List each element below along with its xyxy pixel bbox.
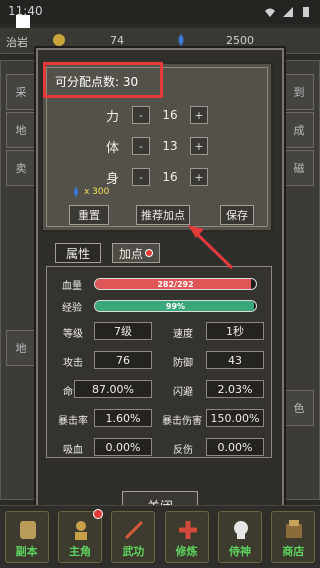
nav-label: 商店 bbox=[282, 545, 305, 558]
hp-bar-text: 282/292 bbox=[157, 280, 194, 289]
speed-label: 速度 bbox=[173, 329, 193, 340]
defense-label: 防御 bbox=[173, 358, 193, 369]
constitution-plus-button[interactable]: + bbox=[190, 137, 208, 155]
signal-icon bbox=[283, 7, 293, 17]
defense-value: 43 bbox=[206, 351, 264, 369]
nav-servant[interactable]: 侍神 bbox=[217, 511, 262, 563]
lifesteal-value: 0.00% bbox=[94, 438, 152, 456]
attack-label: 攻击 bbox=[63, 358, 83, 369]
bg-side-right-3: 磁 bbox=[284, 150, 314, 186]
lifesteal-label: 吸血 bbox=[63, 445, 83, 456]
hero-icon bbox=[74, 521, 87, 540]
nav-hero[interactable]: 主角 bbox=[57, 509, 103, 563]
battery-icon bbox=[303, 7, 309, 17]
nav-dungeon[interactable]: 副本 bbox=[4, 511, 49, 563]
dodge-value: 2.03% bbox=[206, 380, 264, 398]
nav-label: 副本 bbox=[15, 545, 38, 558]
reflect-value: 0.00% bbox=[206, 438, 264, 456]
wifi-icon bbox=[265, 8, 275, 17]
crit-damage-label: 暴击伤害 bbox=[162, 416, 202, 427]
bg-side-left-4: 地 bbox=[6, 330, 36, 366]
cross-icon bbox=[178, 521, 197, 539]
nav-cultivate[interactable]: 修炼 bbox=[164, 511, 209, 563]
hp-bar: 282/292 bbox=[94, 278, 257, 290]
level-label: 等级 bbox=[63, 329, 83, 340]
shop-icon bbox=[286, 520, 303, 538]
coin-value: 74 bbox=[110, 34, 124, 47]
tab-points[interactable]: 加点 bbox=[112, 243, 160, 263]
stat-row-constitution: 体 - 13 + bbox=[106, 136, 208, 156]
nav-martial-arts[interactable]: 武功 bbox=[111, 511, 156, 563]
recommend-button[interactable]: 推荐加点 bbox=[136, 205, 190, 225]
agility-value: 16 bbox=[162, 170, 178, 184]
gem-value: 2500 bbox=[226, 34, 254, 47]
save-button[interactable]: 保存 bbox=[220, 205, 254, 225]
resource-left-label: 治岩 bbox=[6, 36, 28, 49]
bg-side-right-4: 色 bbox=[284, 390, 314, 426]
annotation-highlight-box bbox=[43, 62, 163, 98]
reset-button[interactable]: 重置 bbox=[69, 205, 109, 225]
attack-value: 76 bbox=[94, 351, 152, 369]
bg-side-left-1: 采 bbox=[6, 74, 36, 110]
status-bar: 11:40 bbox=[0, 0, 320, 24]
exp-bar: 99% bbox=[94, 300, 257, 312]
bottom-nav: 副本 主角 武功 修炼 侍神 商店 bbox=[0, 505, 320, 568]
notification-dot bbox=[145, 249, 153, 257]
exp-row: 经验 99% bbox=[62, 299, 257, 314]
sword-icon bbox=[125, 520, 144, 540]
strength-plus-button[interactable]: + bbox=[190, 106, 208, 124]
exp-bar-text: 99% bbox=[165, 302, 186, 311]
skull-icon bbox=[233, 521, 248, 539]
hp-row: 血量 282/292 bbox=[62, 277, 257, 292]
notification-dot bbox=[92, 509, 103, 519]
stat-row-strength: 力 - 16 + bbox=[106, 105, 208, 125]
nav-label: 侍神 bbox=[228, 545, 251, 558]
crit-rate-value: 1.60% bbox=[94, 409, 152, 427]
reflect-label: 反伤 bbox=[173, 445, 193, 456]
bg-side-left-3: 卖 bbox=[6, 150, 36, 186]
agility-minus-button[interactable]: - bbox=[132, 168, 150, 186]
strength-value: 16 bbox=[162, 108, 178, 122]
bg-side-right-2: 成 bbox=[284, 112, 314, 148]
tab-points-label: 加点 bbox=[118, 246, 143, 261]
nav-label: 主角 bbox=[68, 545, 91, 558]
nav-shop[interactable]: 商店 bbox=[271, 511, 316, 563]
constitution-value: 13 bbox=[162, 139, 178, 153]
hp-label: 血量 bbox=[62, 280, 82, 292]
agility-plus-button[interactable]: + bbox=[190, 168, 208, 186]
constitution-minus-button[interactable]: - bbox=[132, 137, 150, 155]
gem-icon bbox=[178, 34, 184, 46]
crit-damage-value: 150.00% bbox=[206, 409, 264, 427]
stat-name: 体 bbox=[106, 140, 120, 156]
exp-label: 经验 bbox=[62, 302, 82, 314]
bg-side-left-2: 地 bbox=[6, 112, 36, 148]
speed-value: 1秒 bbox=[206, 322, 264, 340]
crit-rate-label: 暴击率 bbox=[58, 416, 88, 427]
scroll-icon bbox=[19, 521, 36, 539]
nav-label: 武功 bbox=[122, 545, 145, 558]
nav-label: 修炼 bbox=[175, 545, 198, 558]
stat-name: 力 bbox=[106, 109, 120, 125]
hit-value: 87.00% bbox=[74, 380, 152, 398]
tab-attributes[interactable]: 属性 bbox=[55, 243, 101, 263]
coin-icon bbox=[53, 34, 65, 46]
dodge-label: 闪避 bbox=[173, 387, 193, 398]
strength-minus-button[interactable]: - bbox=[132, 106, 150, 124]
tab-attributes-label: 属性 bbox=[65, 246, 90, 261]
bg-side-right-1: 到 bbox=[284, 74, 314, 110]
reset-cost: x 300 bbox=[70, 186, 109, 198]
stat-name: 身 bbox=[106, 171, 120, 187]
stat-row-agility: 身 - 16 + bbox=[106, 167, 208, 187]
status-icons bbox=[264, 6, 312, 18]
gem-icon bbox=[74, 187, 78, 197]
reset-cost-value: x 300 bbox=[84, 187, 110, 197]
level-value: 7级 bbox=[94, 322, 152, 340]
